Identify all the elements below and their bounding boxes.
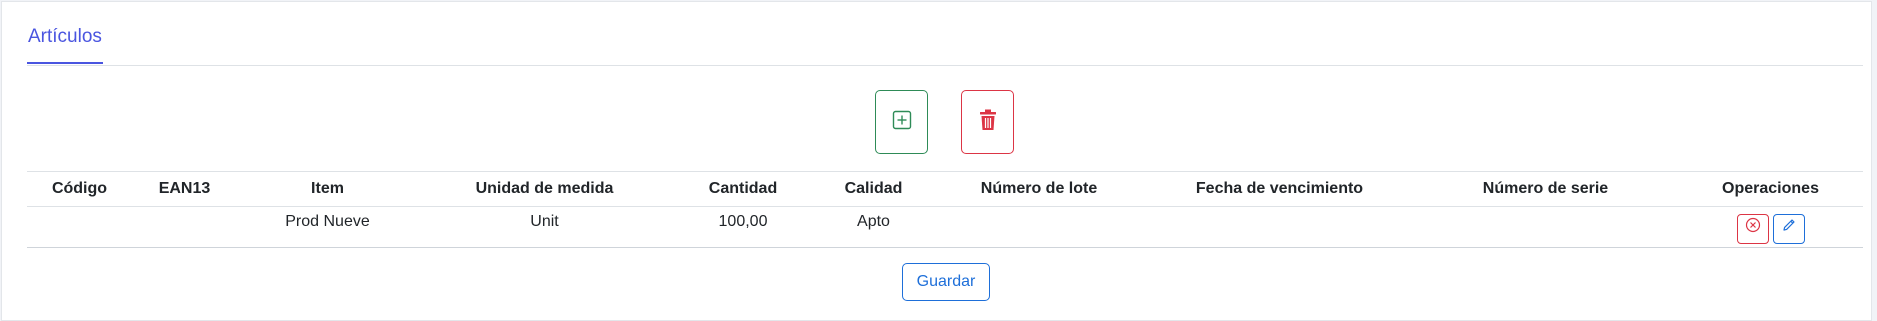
table-header-row: Código EAN13 Item Unidad de medida Canti… <box>27 171 1863 207</box>
add-item-button[interactable] <box>875 90 928 154</box>
cell-item: Prod Nueve <box>237 206 418 248</box>
cell-operaciones <box>1678 206 1863 248</box>
articles-table: Código EAN13 Item Unidad de medida Canti… <box>27 171 1863 248</box>
cancel-circle-icon <box>1745 214 1761 244</box>
edit-row-button[interactable] <box>1772 214 1805 244</box>
cell-ean13 <box>132 206 237 248</box>
header-calidad: Calidad <box>815 171 932 207</box>
header-numero-lote: Número de lote <box>932 171 1146 207</box>
plus-square-icon <box>892 110 912 135</box>
tab-articulos-label: Artículos <box>28 26 102 47</box>
trash-icon <box>979 109 997 136</box>
header-cantidad: Cantidad <box>671 171 815 207</box>
delete-items-button[interactable] <box>961 90 1014 154</box>
cell-vencimiento <box>1146 206 1413 248</box>
tab-bar: Artículos <box>27 2 1863 66</box>
cell-unidad: Unit <box>418 206 671 248</box>
cell-calidad: Apto <box>815 206 932 248</box>
articles-card: Artículos Código EAN13 Item Unidad de me… <box>1 1 1872 321</box>
table-row: Prod Nueve Unit 100,00 Apto <box>27 206 1863 248</box>
header-fecha-vencimiento: Fecha de vencimiento <box>1146 171 1413 207</box>
cell-serie <box>1413 206 1678 248</box>
header-unidad-medida: Unidad de medida <box>418 171 671 207</box>
header-ean13: EAN13 <box>132 171 237 207</box>
header-operaciones: Operaciones <box>1678 171 1863 207</box>
cell-codigo <box>27 206 132 248</box>
save-button[interactable]: Guardar <box>902 263 990 301</box>
remove-row-button[interactable] <box>1736 214 1769 244</box>
header-codigo: Código <box>27 171 132 207</box>
header-numero-serie: Número de serie <box>1413 171 1678 207</box>
header-item: Item <box>237 171 418 207</box>
pencil-icon <box>1781 214 1797 244</box>
tab-articulos[interactable]: Artículos <box>27 22 103 64</box>
cell-cantidad: 100,00 <box>671 206 815 248</box>
cell-lote <box>932 206 1146 248</box>
